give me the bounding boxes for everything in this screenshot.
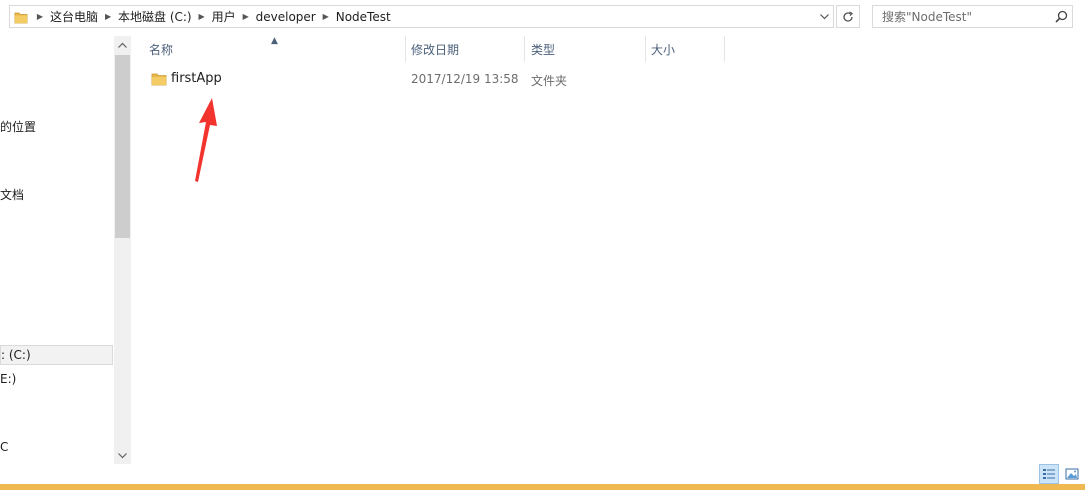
chevron-right-icon[interactable]: ▶ [318,6,334,27]
column-divider[interactable] [524,36,525,62]
column-divider[interactable] [405,36,406,62]
nav-scrollbar[interactable] [114,36,131,464]
file-type: 文件夹 [531,74,568,88]
scroll-thumb[interactable] [115,55,130,238]
folder-icon [151,71,167,87]
nav-item-label: 文档 [0,187,25,202]
navigation-pane: 的位置 文档 : (C:) E:) C [0,36,131,464]
column-header-modified[interactable]: 修改日期 [411,36,523,62]
breadcrumb-local-disk[interactable]: 本地磁盘 (C:) [116,6,194,27]
chevron-right-icon[interactable]: ▶ [32,6,48,27]
nav-item-label: E:) [0,372,17,386]
breadcrumb-users[interactable]: 用户 [210,6,238,27]
large-icons-view-button[interactable] [1062,464,1082,484]
taskbar-edge [0,484,1085,490]
large-icons-view-icon [1065,468,1079,480]
scroll-down-icon[interactable] [114,447,131,464]
column-header-type[interactable]: 类型 [531,36,644,62]
nav-item-label: C [0,440,9,454]
file-list: ▲ 名称 修改日期 类型 大小 firstApp 2017/12/19 13:5… [131,36,1085,464]
nav-item-local-disk-c[interactable]: : (C:) [0,345,113,365]
refresh-icon [843,10,854,22]
column-divider[interactable] [724,36,725,62]
address-row: ▶ 这台电脑 ▶ 本地磁盘 (C:) ▶ 用户 ▶ developer ▶ No… [0,0,1085,34]
nav-item-recent-places[interactable]: 的位置 [0,116,36,136]
details-view-button[interactable] [1039,464,1059,484]
scroll-up-icon[interactable] [114,36,131,53]
chevron-right-icon[interactable]: ▶ [194,6,210,27]
chevron-right-icon[interactable]: ▶ [238,6,254,27]
nav-item-label: 的位置 [0,119,37,134]
column-divider[interactable] [645,36,646,62]
annotation-arrow [195,98,217,182]
table-row[interactable]: firstApp 2017/12/19 13:58 文件夹 [145,67,575,91]
search-input[interactable] [873,6,1050,27]
breadcrumb-nodetest[interactable]: NodeTest [334,6,393,27]
nav-item-label: : (C:) [1,348,31,362]
nav-item-drive-e[interactable]: E:) [0,369,16,389]
column-header-name[interactable]: 名称 [149,36,404,62]
search-icon[interactable] [1050,6,1072,27]
breadcrumb-developer[interactable]: developer [254,6,318,27]
file-name[interactable]: firstApp [171,71,222,86]
chevron-right-icon[interactable]: ▶ [100,6,116,27]
nav-item-documents[interactable]: 文档 [0,184,24,204]
file-modified-date: 2017/12/19 13:58 [411,72,519,86]
folder-icon [10,6,32,27]
column-header-size[interactable]: 大小 [651,36,723,62]
breadcrumb-this-pc[interactable]: 这台电脑 [48,6,100,27]
status-bar [0,464,1085,484]
refresh-button[interactable] [836,5,860,28]
address-bar[interactable]: ▶ 这台电脑 ▶ 本地磁盘 (C:) ▶ 用户 ▶ developer ▶ No… [9,5,834,28]
details-view-icon [1043,469,1055,479]
nav-item-pc[interactable]: C [0,437,8,457]
search-box[interactable] [872,5,1073,28]
chevron-down-icon[interactable] [816,6,833,27]
